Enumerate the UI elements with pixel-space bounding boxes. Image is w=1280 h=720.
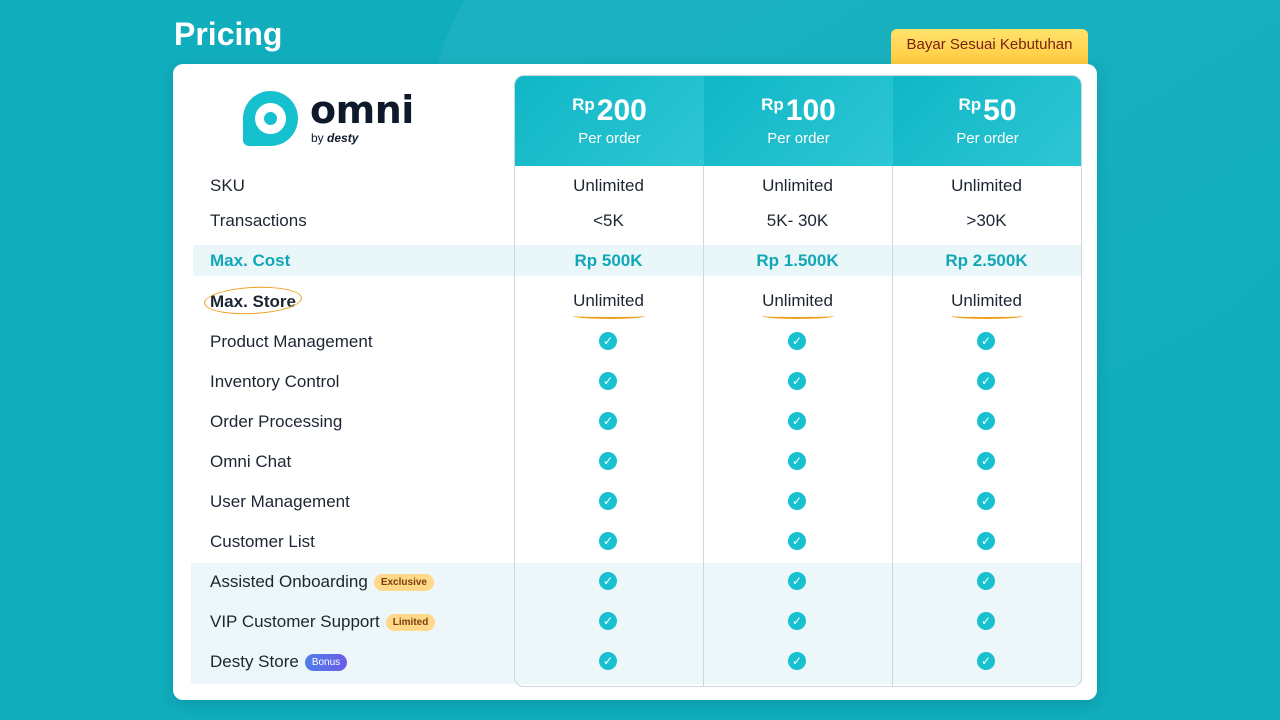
row-label-max-store: Max. Store	[203, 284, 303, 317]
check-circle-icon: ✓	[599, 612, 617, 630]
limited-tag: Limited	[385, 614, 436, 631]
check-circle-icon: ✓	[599, 492, 617, 510]
plan-currency: Rp	[958, 95, 982, 114]
plan3-max-cost: Rp 2.500K	[945, 251, 1028, 270]
feature-label: Omni Chat	[210, 452, 292, 471]
check-circle-icon: ✓	[599, 452, 617, 470]
check-circle-icon: ✓	[788, 572, 806, 590]
plan-header-1[interactable]: Rp200 Per order	[515, 76, 704, 166]
check-circle-icon: ✓	[788, 532, 806, 550]
bonus-tag: Bonus	[304, 654, 348, 671]
highlight-underline	[950, 313, 1023, 319]
exclusive-tag: Exclusive	[373, 574, 434, 591]
row-label-transactions: Transactions	[210, 211, 307, 230]
plan-amount: 50	[983, 94, 1017, 127]
plan2-max-store: Unlimited	[703, 291, 892, 319]
check-circle-icon: ✓	[788, 372, 806, 390]
check-circle-icon: ✓	[788, 492, 806, 510]
check-circle-icon: ✓	[977, 532, 995, 550]
check-circle-icon: ✓	[788, 452, 806, 470]
check-circle-icon: ✓	[599, 532, 617, 550]
feature-row-assisted-onboarding: Assisted Onboarding Exclusive	[210, 572, 434, 592]
check-circle-icon: ✓	[788, 612, 806, 630]
feature-row-desty-store: Desty Store Bonus	[210, 652, 348, 672]
highlight-underline	[572, 313, 645, 319]
check-circle-icon: ✓	[977, 652, 995, 670]
logo-by: by	[311, 131, 324, 145]
feature-label: Product Management	[210, 332, 373, 351]
max-store-value: Unlimited	[573, 291, 644, 310]
pay-as-needed-badge: Bayar Sesuai Kebutuhan	[891, 29, 1088, 67]
plan-header-3[interactable]: Rp50 Per order	[893, 76, 1081, 166]
feature-label: User Management	[210, 492, 350, 511]
feature-label: Assisted Onboarding	[210, 572, 368, 591]
plan-amount: 100	[785, 94, 836, 127]
column-divider	[892, 166, 893, 686]
check-circle-icon: ✓	[599, 332, 617, 350]
feature-label: Desty Store	[210, 652, 299, 671]
feature-label: Order Processing	[210, 412, 343, 431]
plan-currency: Rp	[761, 95, 784, 114]
row-label-max-cost: Max. Cost	[210, 251, 291, 270]
page-title: Pricing	[174, 16, 283, 52]
check-circle-icon: ✓	[977, 332, 995, 350]
check-circle-icon: ✓	[977, 492, 995, 510]
check-circle-icon: ✓	[599, 572, 617, 590]
max-store-value: Unlimited	[951, 291, 1022, 310]
plan-unit: Per order	[578, 130, 641, 147]
plan1-sku: Unlimited	[573, 176, 644, 195]
feature-label: Inventory Control	[210, 372, 340, 391]
plan-header-2[interactable]: Rp100 Per order	[704, 76, 893, 166]
feature-row-vip-support: VIP Customer Support Limited	[210, 612, 436, 632]
row-label-sku: SKU	[210, 176, 245, 195]
check-circle-icon: ✓	[599, 652, 617, 670]
check-circle-icon: ✓	[977, 452, 995, 470]
feature-label: Customer List	[210, 532, 315, 551]
check-circle-icon: ✓	[977, 412, 995, 430]
plan3-transactions: >30K	[966, 211, 1007, 230]
feature-label: VIP Customer Support	[210, 612, 380, 631]
plan1-transactions: <5K	[593, 211, 624, 230]
plan-amount: 200	[596, 94, 647, 127]
logo-name: omni	[310, 88, 414, 132]
check-circle-icon: ✓	[788, 332, 806, 350]
highlight-underline	[761, 313, 834, 319]
logo-subtitle: by desty	[311, 131, 358, 145]
plan2-transactions: 5K- 30K	[766, 211, 829, 230]
check-circle-icon: ✓	[977, 612, 995, 630]
plan2-max-cost: Rp 1.500K	[756, 251, 839, 270]
check-circle-icon: ✓	[977, 572, 995, 590]
pricing-card: omni by desty Rp200 Per order Rp100 Per …	[173, 64, 1097, 700]
plan-currency: Rp	[572, 95, 595, 114]
check-circle-icon: ✓	[599, 412, 617, 430]
check-circle-icon: ✓	[788, 652, 806, 670]
omni-logo: omni by desty	[243, 88, 414, 151]
plan1-max-cost: Rp 500K	[574, 251, 643, 270]
highlight-circle	[203, 284, 303, 317]
plan3-max-store: Unlimited	[892, 291, 1081, 319]
plan2-sku: Unlimited	[762, 176, 833, 195]
plan1-max-store: Unlimited	[514, 291, 703, 319]
column-divider	[703, 166, 704, 686]
check-circle-icon: ✓	[788, 412, 806, 430]
plan3-sku: Unlimited	[951, 176, 1022, 195]
check-circle-icon: ✓	[977, 372, 995, 390]
max-store-value: Unlimited	[762, 291, 833, 310]
omni-logo-dot	[264, 112, 277, 125]
logo-brand: desty	[327, 131, 359, 145]
plan-unit: Per order	[956, 130, 1019, 147]
check-circle-icon: ✓	[599, 372, 617, 390]
plan-unit: Per order	[767, 130, 830, 147]
